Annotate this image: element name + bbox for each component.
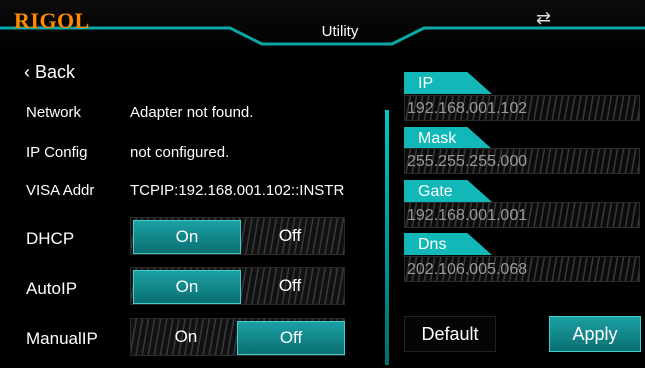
dns-field[interactable]: 202.106.005.068	[404, 256, 640, 282]
gate-tab-label: Gate	[404, 180, 492, 202]
manualip-label: ManualIP	[26, 329, 98, 348]
ip-config-label: IP Config	[26, 144, 88, 161]
dns-tab-label: Dns	[404, 233, 492, 255]
chevron-left-icon: ‹	[24, 62, 30, 82]
apply-button[interactable]: Apply	[549, 316, 641, 352]
gate-field[interactable]: 192.168.001.001	[404, 202, 640, 228]
network-label: Network	[26, 104, 82, 121]
mask-tab-label: Mask	[404, 127, 492, 149]
panel-divider	[385, 110, 389, 365]
visa-addr-label: VISA Addr	[26, 182, 95, 199]
usb-connection-icon: ⇄	[536, 8, 552, 28]
visa-addr-value: TCPIP:192.168.001.102::INSTR	[130, 182, 345, 199]
rigol-logo: RIGOL	[14, 8, 90, 33]
network-value: Adapter not found.	[130, 104, 254, 121]
dhcp-toggle[interactable]: On Off	[130, 217, 345, 255]
dhcp-label: DHCP	[26, 229, 75, 248]
manualip-off-option[interactable]: Off	[237, 321, 345, 355]
ip-config-value: not configured.	[130, 144, 230, 161]
manualip-on-option[interactable]: On	[133, 321, 239, 353]
dhcp-off-option[interactable]: Off	[237, 220, 343, 252]
autoip-toggle[interactable]: On Off	[130, 267, 345, 305]
autoip-off-option[interactable]: Off	[237, 270, 343, 302]
default-button[interactable]: Default	[404, 316, 496, 352]
ip-field[interactable]: 192.168.001.102	[404, 95, 640, 121]
ip-tab-label: IP	[404, 72, 492, 94]
manualip-toggle[interactable]: On Off	[130, 318, 345, 356]
top-bar: RIGOL Utility ⇄	[0, 0, 645, 52]
back-button[interactable]: ‹ Back	[24, 62, 75, 83]
utility-screen: RIGOL Utility ⇄ ‹ Back Network Adapter n…	[0, 0, 645, 368]
autoip-on-option[interactable]: On	[133, 270, 241, 304]
back-label: Back	[35, 62, 76, 82]
page-title: Utility	[321, 23, 359, 40]
autoip-label: AutoIP	[26, 279, 78, 298]
dhcp-on-option[interactable]: On	[133, 220, 241, 254]
mask-field[interactable]: 255.255.255.000	[404, 148, 640, 174]
